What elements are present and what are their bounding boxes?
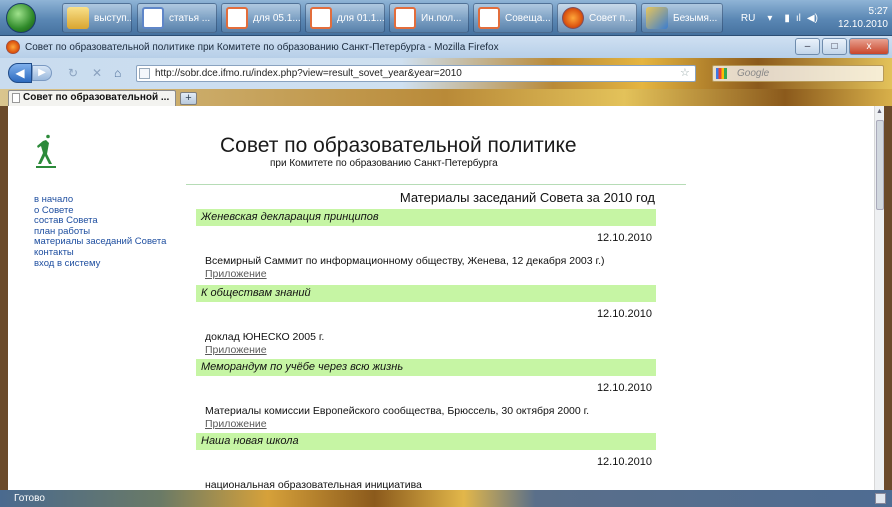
taskbar-button-doc-3[interactable]: для 01.1...	[305, 3, 385, 33]
bookmark-star-icon[interactable]: ☆	[680, 66, 690, 79]
document-icon	[310, 7, 332, 29]
site-title: Совет по образовательной политике	[220, 134, 577, 157]
section-title: Материалы заседаний Совета за 2010 год	[399, 190, 655, 205]
sidebar-link-contacts[interactable]: контакты	[34, 247, 184, 259]
maximize-button[interactable]: □	[822, 38, 847, 55]
taskbar-button-label: Совеща...	[505, 12, 551, 24]
taskbar-button-doc-2[interactable]: для 05.1...	[221, 3, 301, 33]
sidebar-link-home[interactable]: в начало	[34, 194, 184, 206]
start-button[interactable]	[6, 3, 36, 33]
site-subtitle: при Комитете по образованию Санкт-Петерб…	[270, 158, 498, 169]
language-indicator[interactable]: RU	[741, 13, 755, 24]
stop-icon[interactable]: ✕	[92, 66, 102, 80]
material-entry: Меморандум по учёбе через всю жизнь 12.1…	[196, 359, 656, 430]
taskbar: выступ... статья ... для 05.1... для 01.…	[0, 0, 892, 36]
site-logo	[36, 134, 56, 168]
taskbar-button-label: Совет п...	[589, 12, 634, 24]
page-icon	[12, 93, 20, 103]
taskbar-button-label: статья ...	[169, 12, 211, 24]
taskbar-button-label: выступ...	[94, 12, 132, 24]
clock[interactable]: 5:27 12.10.2010	[838, 5, 892, 31]
home-icon[interactable]: ⌂	[114, 66, 121, 80]
system-tray: RU ▾ ▮ ıl ◀) 5:27 12.10.2010	[741, 0, 892, 36]
attachment-link[interactable]: Приложение	[196, 344, 656, 356]
new-tab-button[interactable]: +	[180, 92, 197, 105]
clock-time: 5:27	[868, 6, 888, 17]
reload-icon[interactable]: ↻	[68, 66, 78, 80]
taskbar-button-folder[interactable]: выступ...	[62, 3, 132, 33]
entry-date: 12.10.2010	[596, 232, 652, 244]
entry-date: 12.10.2010	[596, 382, 652, 394]
url-input[interactable]: http://sobr.dce.ifmo.ru/index.php?view=r…	[136, 65, 696, 82]
firefox-icon	[562, 7, 584, 29]
material-entry: Наша новая школа 12.10.2010 национальная…	[196, 433, 656, 490]
minimize-button[interactable]: –	[795, 38, 820, 55]
status-bar: Готово	[0, 490, 892, 507]
volume-icon[interactable]: ◀)	[807, 13, 818, 24]
window-titlebar[interactable]: Совет по образовательной политике при Ко…	[0, 36, 892, 58]
tab-active[interactable]: Совет по образовательной ...	[8, 90, 176, 106]
entry-description: Всемирный Саммит по информационному обще…	[205, 255, 605, 267]
document-icon	[478, 7, 500, 29]
tray-chevron-icon[interactable]: ▾	[767, 13, 772, 24]
firefox-icon	[6, 40, 20, 54]
taskbar-button-firefox[interactable]: Совет п...	[557, 3, 637, 33]
scroll-up-icon[interactable]: ▲	[876, 108, 883, 115]
site-favicon-icon	[139, 68, 150, 79]
taskbar-button-paint[interactable]: Безымя...	[641, 3, 723, 33]
entry-title: Женевская декларация принципов	[196, 209, 656, 226]
folder-icon	[67, 7, 89, 29]
entry-description: доклад ЮНЕСКО 2005 г.	[205, 331, 325, 343]
entry-title: К обществам знаний	[196, 285, 656, 302]
signal-icon[interactable]: ıl	[796, 13, 801, 24]
taskbar-button-label: Безымя...	[673, 12, 718, 24]
header-divider	[186, 184, 686, 185]
sidebar-nav: в начало о Совете состав Совета план раб…	[34, 194, 184, 270]
vertical-scrollbar[interactable]: ▲	[874, 106, 884, 490]
taskbar-button-label: Ин.пол...	[421, 12, 462, 24]
search-engine-icon[interactable]	[716, 68, 727, 79]
forward-button[interactable]: ▶	[32, 65, 52, 81]
taskbar-button-doc-1[interactable]: статья ...	[137, 3, 217, 33]
document-icon	[226, 7, 248, 29]
attachment-link[interactable]: Приложение	[196, 268, 656, 280]
entry-description: Материалы комиссии Европейского сообщест…	[205, 405, 590, 417]
scrollbar-thumb[interactable]	[876, 120, 884, 210]
entry-title: Меморандум по учёбе через всю жизнь	[196, 359, 656, 376]
entry-description: национальная образовательная инициатива	[205, 479, 422, 490]
entry-date: 12.10.2010	[596, 456, 652, 468]
taskbar-button-doc-4[interactable]: Ин.пол...	[389, 3, 469, 33]
document-icon	[394, 7, 416, 29]
resize-grip-icon[interactable]	[875, 493, 886, 504]
clock-date: 12.10.2010	[837, 19, 888, 30]
page-content: Совет по образовательной политике при Ко…	[8, 106, 884, 490]
back-button[interactable]: ◀	[8, 63, 32, 83]
material-entry: Женевская декларация принципов 12.10.201…	[196, 209, 656, 280]
document-icon	[142, 7, 164, 29]
material-entry: К обществам знаний 12.10.2010 доклад ЮНЕ…	[196, 285, 656, 356]
tab-bar: Совет по образовательной ... +	[0, 89, 892, 106]
close-button[interactable]: x	[849, 38, 889, 55]
taskbar-button-label: для 05.1...	[253, 12, 301, 24]
paint-icon	[646, 7, 668, 29]
taskbar-button-doc-5[interactable]: Совеща...	[473, 3, 553, 33]
attachment-link[interactable]: Приложение	[196, 418, 656, 430]
entry-title: Наша новая школа	[196, 433, 656, 450]
network-icon[interactable]: ▮	[784, 13, 790, 24]
navigation-toolbar: ◀ ▶ ↻ ✕ ⌂ http://sobr.dce.ifmo.ru/index.…	[0, 58, 892, 89]
entry-date: 12.10.2010	[596, 308, 652, 320]
window-title: Совет по образовательной политике при Ко…	[25, 41, 499, 53]
taskbar-button-label: для 01.1...	[337, 12, 385, 24]
sidebar-link-login[interactable]: вход в систему	[34, 258, 184, 270]
search-input[interactable]: Google	[712, 65, 884, 82]
status-text: Готово	[14, 493, 45, 504]
